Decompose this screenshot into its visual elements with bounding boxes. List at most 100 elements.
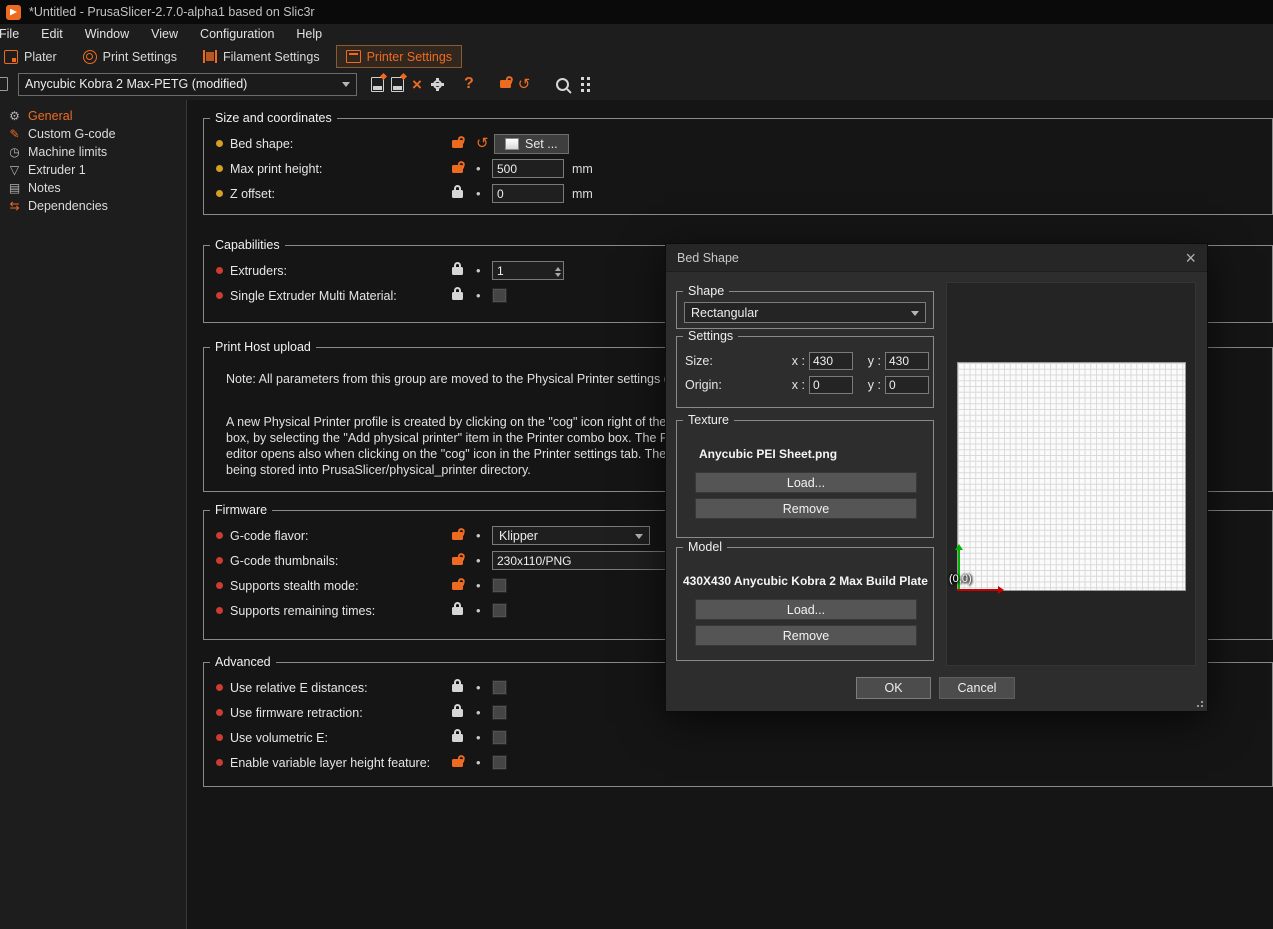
cancel-button[interactable]: Cancel (939, 677, 1015, 699)
lock-closed-icon[interactable] (452, 684, 463, 692)
remaining-times-checkbox[interactable] (492, 603, 507, 618)
chevron-down-icon (911, 311, 919, 320)
size-x-input[interactable] (809, 352, 853, 370)
dialog-titlebar[interactable]: Bed Shape × (666, 244, 1207, 272)
print-settings-icon (83, 50, 97, 64)
lock-closed-icon[interactable] (452, 190, 463, 198)
lock-open-icon[interactable] (500, 80, 511, 88)
shape-combo[interactable]: Rectangular (684, 302, 926, 323)
bed-rectangle (957, 362, 1186, 591)
extruders-spinner[interactable] (492, 261, 564, 280)
lock-closed-icon[interactable] (452, 292, 463, 300)
variable-layer-height-checkbox[interactable] (492, 755, 507, 770)
search-icon[interactable] (556, 78, 569, 91)
menu-view[interactable]: View (140, 24, 189, 45)
lock-closed-icon[interactable] (452, 607, 463, 615)
tab-print-settings[interactable]: Print Settings (73, 45, 187, 68)
gcode-flavor-combo[interactable]: Klipper (492, 526, 650, 545)
sidebar-item-dependencies[interactable]: ⇆ Dependencies (0, 197, 186, 215)
model-remove-button[interactable]: Remove (695, 625, 917, 646)
sidebar-item-label: Extruder 1 (28, 163, 86, 177)
close-icon[interactable]: × (1185, 249, 1196, 267)
lock-open-icon[interactable] (452, 165, 463, 173)
tab-plater[interactable]: Plater (0, 45, 67, 68)
firmware-retraction-checkbox[interactable] (492, 705, 507, 720)
spinner-arrows[interactable] (555, 264, 561, 280)
group-title: Model (683, 540, 727, 554)
sidebar-item-custom-gcode[interactable]: ✎ Custom G-code (0, 125, 186, 143)
bed-shape-set-button[interactable]: Set ... (494, 134, 569, 154)
modified-dot (216, 190, 223, 197)
texture-remove-button[interactable]: Remove (695, 498, 917, 519)
menu-configuration[interactable]: Configuration (189, 24, 285, 45)
sidebar-item-label: Machine limits (28, 145, 107, 159)
sidebar-item-machine-limits[interactable]: ◷ Machine limits (0, 143, 186, 161)
relative-e-checkbox[interactable] (492, 680, 507, 695)
lock-closed-icon[interactable] (452, 734, 463, 742)
menu-file[interactable]: File (0, 24, 30, 45)
lock-closed-icon[interactable] (452, 709, 463, 717)
delete-preset-icon[interactable]: × (412, 76, 422, 93)
sidebar-item-extruder-1[interactable]: ▽ Extruder 1 (0, 161, 186, 179)
revert-dot: • (476, 603, 492, 618)
gcode-thumbnails-input[interactable] (492, 551, 666, 570)
system-dot (216, 759, 223, 766)
sidebar-item-general[interactable]: ⚙ General (0, 107, 186, 125)
menu-edit[interactable]: Edit (30, 24, 74, 45)
max-print-height-input[interactable] (492, 159, 564, 178)
save-preset-icon[interactable] (371, 77, 384, 92)
size-y-input[interactable] (885, 352, 929, 370)
bed-preview-canvas[interactable]: (0,0) (946, 282, 1196, 666)
physical-printer-cog-icon[interactable] (431, 78, 444, 91)
sidebar-item-label: Dependencies (28, 199, 108, 213)
tab-filament-settings[interactable]: Filament Settings (193, 45, 330, 68)
note-line: box, by selecting the "Add physical prin… (226, 430, 691, 446)
lock-open-icon[interactable] (452, 557, 463, 565)
custom-gcode-icon: ✎ (7, 127, 22, 141)
bed-shape-dialog: Bed Shape × Shape Rectangular Settings S… (665, 243, 1208, 712)
model-load-button[interactable]: Load... (695, 599, 917, 620)
revert-dot: • (476, 263, 492, 278)
resize-grip[interactable] (1201, 705, 1203, 707)
group-shape: Shape Rectangular (676, 291, 934, 329)
lock-open-icon[interactable] (452, 759, 463, 767)
compare-presets-icon[interactable] (581, 83, 584, 86)
spin-up-icon[interactable] (555, 264, 561, 271)
undo-icon[interactable]: ↺ (476, 136, 494, 151)
revert-dot: • (476, 553, 492, 568)
texture-load-button[interactable]: Load... (695, 472, 917, 493)
origin-coordinates-label: (0,0) (949, 573, 972, 585)
volumetric-e-checkbox[interactable] (492, 730, 507, 745)
undo-icon[interactable]: ↺ (518, 77, 531, 92)
set-button-label: Set ... (525, 137, 558, 151)
lock-closed-icon[interactable] (452, 267, 463, 275)
group-title: Print Host upload (210, 340, 316, 354)
menu-window[interactable]: Window (74, 24, 140, 45)
ok-button[interactable]: OK (856, 677, 931, 699)
lock-open-icon[interactable] (452, 532, 463, 540)
origin-y-input[interactable] (885, 376, 929, 394)
lock-open-icon[interactable] (452, 582, 463, 590)
stealth-mode-checkbox[interactable] (492, 578, 507, 593)
printer-preset-icon (0, 77, 8, 91)
machine-limits-icon: ◷ (7, 145, 22, 159)
extruder-icon: ▽ (7, 163, 22, 177)
menu-help[interactable]: Help (285, 24, 333, 45)
semm-checkbox[interactable] (492, 288, 507, 303)
lock-open-icon[interactable] (452, 140, 463, 148)
spin-down-icon[interactable] (555, 273, 561, 280)
printer-preset-combo[interactable]: Anycubic Kobra 2 Max-PETG (modified) (18, 73, 357, 96)
z-offset-input[interactable] (492, 184, 564, 203)
edit-preset-icon[interactable] (391, 77, 404, 92)
origin-x-input[interactable] (809, 376, 853, 394)
tab-printer-settings[interactable]: Printer Settings (336, 45, 462, 68)
sidebar-item-notes[interactable]: ▤ Notes (0, 179, 186, 197)
group-title: Firmware (210, 503, 272, 517)
help-icon[interactable]: ? (464, 75, 474, 93)
size-label: Size: (685, 354, 777, 368)
revert-dot: • (476, 705, 492, 720)
note-line: being stored into PrusaSlicer/physical_p… (226, 462, 691, 478)
revert-dot: • (476, 528, 492, 543)
setting-label: G-code flavor: (230, 529, 309, 543)
system-dot (216, 709, 223, 716)
